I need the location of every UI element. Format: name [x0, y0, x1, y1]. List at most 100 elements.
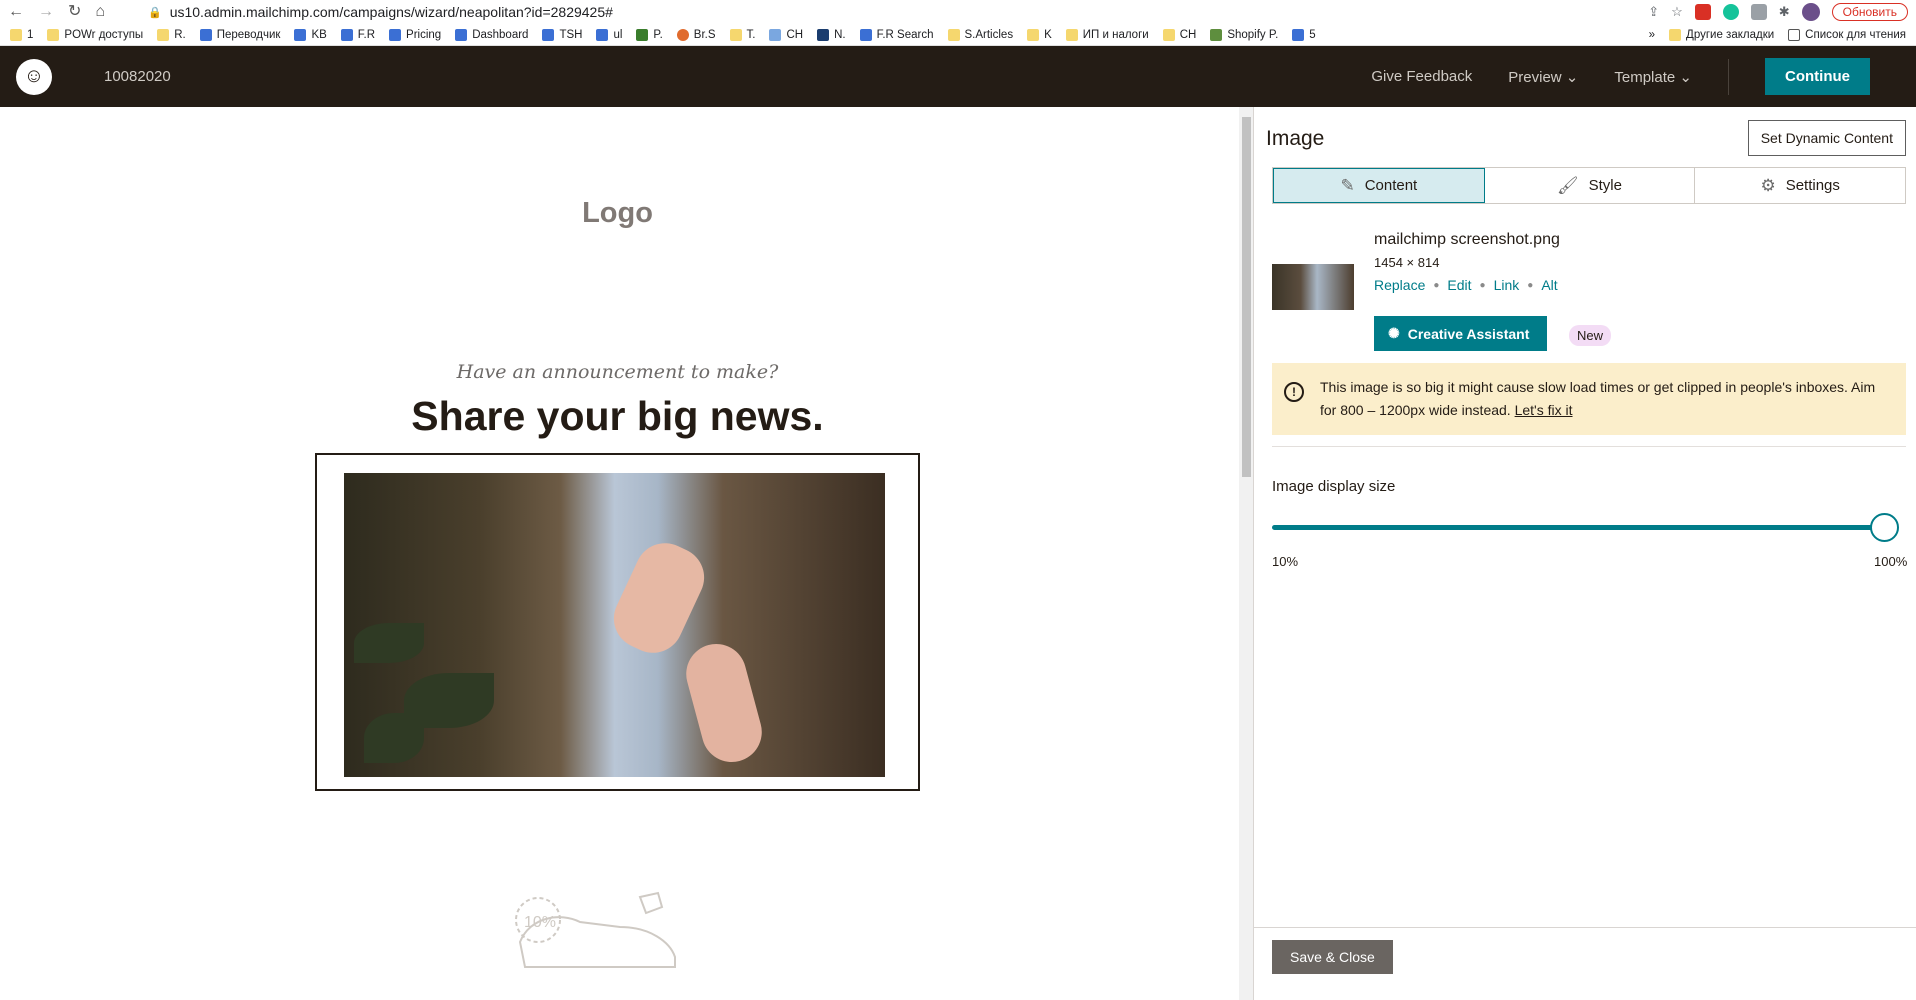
update-button[interactable]: Обновить	[1831, 3, 1908, 21]
panel-tabs: ✎ Content 🖌 Style ⚙ Settings	[1272, 167, 1906, 204]
reload-icon[interactable]: ↻	[68, 4, 81, 20]
bookmark[interactable]: F.R Search	[859, 28, 934, 41]
page-icon	[294, 28, 307, 41]
grammarly-icon[interactable]	[1722, 4, 1739, 20]
pencil-icon: ✎	[1340, 175, 1355, 195]
separator-dot: ●	[1433, 279, 1440, 291]
give-feedback-link[interactable]: Give Feedback	[1371, 68, 1472, 85]
bookmark[interactable]: P.	[636, 28, 663, 41]
image-properties-panel: Image Set Dynamic Content ✎ Content 🖌 St…	[1253, 107, 1916, 1000]
link-link[interactable]: Link	[1494, 277, 1520, 293]
folder-icon	[1027, 28, 1040, 41]
folder-icon	[1065, 28, 1078, 41]
tab-settings[interactable]: ⚙ Settings	[1695, 168, 1905, 203]
more-bookmarks-icon[interactable]: »	[1649, 29, 1655, 41]
image-actions: Replace ● Edit ● Link ● Alt	[1374, 277, 1558, 293]
image-dimensions: 1454 × 814	[1374, 255, 1440, 270]
editor-main: Logo Have an announcement to make? Share…	[0, 107, 1916, 1000]
continue-button[interactable]: Continue	[1765, 58, 1870, 95]
email-canvas[interactable]: Logo Have an announcement to make? Share…	[0, 107, 1253, 1000]
reading-list[interactable]: Список для чтения	[1788, 28, 1906, 41]
gear-icon: ⚙	[1760, 175, 1776, 195]
bookmark[interactable]: ul	[596, 28, 622, 41]
bookmark[interactable]: 1	[10, 28, 33, 41]
bookmark[interactable]: Br.S	[676, 28, 716, 41]
puzzle-icon[interactable]: ✱	[1779, 4, 1790, 20]
bookmark[interactable]: Переводчик	[199, 28, 280, 41]
bookmark[interactable]: T.	[729, 28, 755, 41]
browser-nav: ← → ↻ ⌂	[8, 4, 148, 20]
bookmark[interactable]: Pricing	[389, 28, 441, 41]
alt-link[interactable]: Alt	[1541, 277, 1557, 293]
separator-dot: ●	[1479, 279, 1486, 291]
profile-avatar[interactable]	[1801, 3, 1820, 21]
leaf-shape	[364, 713, 424, 763]
tab-content[interactable]: ✎ Content	[1273, 168, 1485, 203]
share-icon[interactable]: ⇪	[1648, 4, 1659, 20]
star-icon[interactable]: ☆	[1671, 4, 1683, 20]
campaign-name[interactable]: 10082020	[104, 68, 171, 85]
reading-list-icon	[1788, 28, 1801, 41]
address-bar[interactable]: 🔒 us10.admin.mailchimp.com/campaigns/wiz…	[148, 4, 1648, 20]
mailchimp-logo-icon[interactable]: ☺	[16, 58, 52, 95]
bookmark[interactable]: Shopify P.	[1210, 28, 1278, 41]
hand-shape	[679, 637, 769, 769]
bookmark[interactable]: KB	[294, 28, 327, 41]
headline-text[interactable]: Share your big news.	[0, 393, 1235, 440]
bookmark[interactable]: CH	[1162, 28, 1196, 41]
browser-actions: ⇪ ☆ ✱ Обновить	[1648, 3, 1908, 21]
bookmark[interactable]: ИП и налоги	[1065, 28, 1149, 41]
header-divider	[1728, 58, 1729, 95]
display-size-slider-track[interactable]	[1272, 525, 1882, 530]
header-actions: Give Feedback Preview ⌄ Template ⌄ Conti…	[1371, 58, 1900, 95]
section-divider	[1272, 446, 1906, 447]
save-close-button[interactable]: Save & Close	[1272, 940, 1393, 974]
bookmark[interactable]: Dashboard	[455, 28, 528, 41]
preview-menu[interactable]: Preview ⌄	[1508, 68, 1578, 86]
tab-style[interactable]: 🖌 Style	[1485, 168, 1696, 203]
bookmark[interactable]: F.R	[340, 28, 375, 41]
warning-text: This image is so big it might cause slow…	[1320, 379, 1876, 418]
bookmark[interactable]: S.Articles	[947, 28, 1013, 41]
creative-assistant-button[interactable]: ✺ Creative Assistant	[1374, 316, 1548, 351]
bookmark[interactable]: CH	[769, 28, 803, 41]
folder-icon	[947, 28, 960, 41]
template-menu[interactable]: Template ⌄	[1614, 68, 1692, 86]
lets-fix-it-link[interactable]: Let's fix it	[1515, 402, 1573, 418]
image-display-size-label: Image display size	[1272, 478, 1396, 495]
bookmark[interactable]: K	[1027, 28, 1052, 41]
folder-icon	[157, 28, 170, 41]
bookmark[interactable]: POWr доступы	[47, 28, 143, 41]
other-bookmarks[interactable]: Другие закладки	[1669, 28, 1774, 41]
bookmark[interactable]: R.	[157, 28, 186, 41]
chevron-down-icon: ⌄	[1679, 68, 1692, 86]
edit-link[interactable]: Edit	[1447, 277, 1471, 293]
extension-icon[interactable]	[1694, 4, 1711, 20]
replace-link[interactable]: Replace	[1374, 277, 1425, 293]
forward-icon[interactable]: →	[38, 4, 54, 20]
page-icon	[676, 28, 689, 41]
canvas-scrollbar[interactable]	[1239, 107, 1253, 1000]
panel-title: Image	[1266, 127, 1325, 150]
url-text: us10.admin.mailchimp.com/campaigns/wizar…	[169, 4, 613, 20]
page-icon	[859, 28, 872, 41]
image-thumbnail[interactable]	[1272, 264, 1354, 310]
scroll-thumb[interactable]	[1242, 117, 1251, 477]
warning-icon: !	[1284, 382, 1304, 402]
home-icon[interactable]: ⌂	[95, 4, 105, 20]
bookmark[interactable]: 5	[1292, 28, 1316, 41]
bookmark[interactable]: TSH	[542, 28, 582, 41]
bookmark[interactable]: N.	[817, 28, 846, 41]
display-size-slider-handle[interactable]	[1870, 513, 1899, 542]
extension-icon[interactable]	[1750, 4, 1767, 20]
back-icon[interactable]: ←	[8, 4, 24, 20]
set-dynamic-content-button[interactable]: Set Dynamic Content	[1747, 120, 1906, 156]
logo-placeholder[interactable]: Logo	[0, 197, 1235, 230]
announcement-text[interactable]: Have an announcement to make?	[0, 361, 1235, 383]
browser-toolbar: ← → ↻ ⌂ 🔒 us10.admin.mailchimp.com/campa…	[0, 0, 1916, 24]
panel-footer: Save & Close	[1254, 927, 1916, 1000]
selected-image-block[interactable]	[315, 453, 920, 791]
page-icon	[389, 28, 402, 41]
bookmarks-bar: 1 POWr доступы R. Переводчик KB F.R Pric…	[0, 24, 1916, 46]
page-icon	[596, 28, 609, 41]
